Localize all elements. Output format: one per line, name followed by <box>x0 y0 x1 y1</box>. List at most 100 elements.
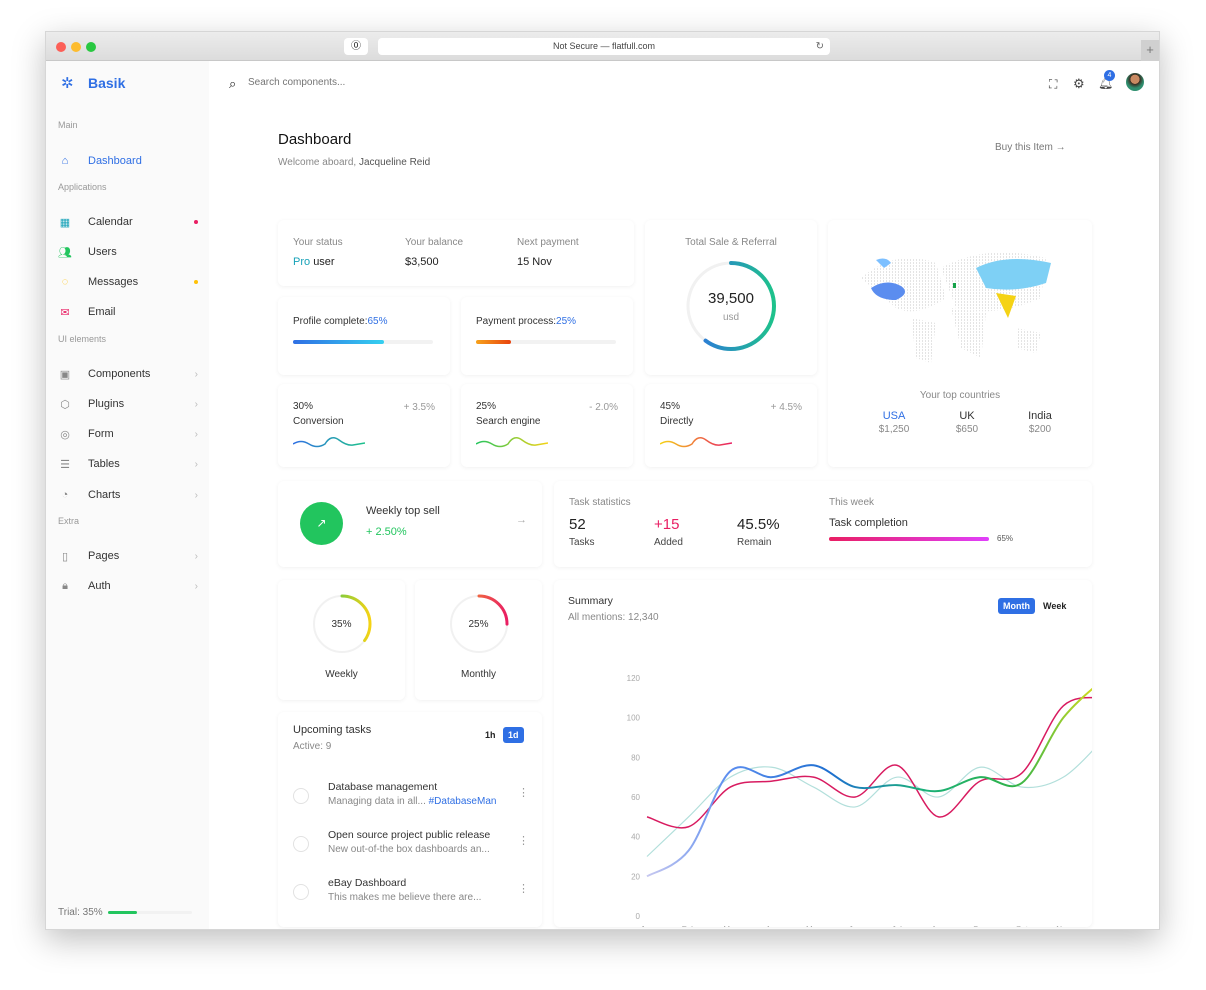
more-vertical-icon[interactable]: ⋮ <box>518 882 529 895</box>
weekly-change: + 2.50% <box>366 526 407 538</box>
countries-label: Your top countries <box>919 390 1001 401</box>
y-tick-label: 0 <box>636 912 641 921</box>
task-desc: This makes me believe there are... <box>328 892 482 903</box>
task-checkbox[interactable] <box>293 884 309 900</box>
sidebar-item-form[interactable]: ◎ Form › <box>58 424 198 444</box>
x-tick-label: Feb <box>682 925 696 927</box>
balance-value: $3,500 <box>405 256 439 268</box>
gear-icon[interactable]: ⚙ <box>1073 76 1085 92</box>
sidebar-item-users[interactable]: 👥︎ Users <box>58 242 198 262</box>
summary-line-chart: 0 20 40 60 80 100 120 Jan Feb Mar Apr May Jun Jul Aug S… <box>627 674 1092 927</box>
metric-sparkline <box>660 437 732 448</box>
task-item[interactable]: Open source project public release New o… <box>278 828 542 868</box>
file-icon: ▯ <box>61 550 69 563</box>
arrow-right-icon[interactable]: → <box>516 514 527 526</box>
task-statistics-label: Task statistics <box>569 497 631 508</box>
metric-percent: 30% <box>293 401 314 412</box>
sidebar-item-messages[interactable]: ◌ Messages <box>58 272 198 292</box>
series-magenta-line <box>646 696 1092 829</box>
total-sale-label: Total Sale & Referral <box>685 237 777 248</box>
balance-label: Your balance <box>405 237 464 248</box>
chevron-right-icon: › <box>194 489 198 501</box>
user-name: Jacqueline Reid <box>358 157 431 168</box>
task-completion-progress <box>829 537 989 541</box>
ring-value: 25% <box>468 619 489 630</box>
new-tab-button[interactable]: + <box>1141 40 1159 61</box>
country-value: $650 <box>955 424 979 435</box>
metric-percent: 25% <box>476 401 497 412</box>
x-tick-label: Oct <box>1016 925 1029 927</box>
tab-1h[interactable]: 1h <box>481 728 500 742</box>
country-uk[interactable]: UK $650 <box>947 410 987 435</box>
y-tick-label: 40 <box>631 833 640 842</box>
chevron-right-icon: › <box>194 458 198 470</box>
x-tick-label: Jun <box>849 925 862 927</box>
upcoming-tasks-card: Upcoming tasks Active: 9 1h 1d Database … <box>278 712 542 927</box>
buy-item-link[interactable]: Buy this Item → <box>995 142 1066 153</box>
payment-progress <box>476 340 616 344</box>
task-title: eBay Dashboard <box>328 877 407 889</box>
sidebar-item-auth[interactable]: 🔒︎ Auth › <box>58 576 198 596</box>
trial-label: Trial: 35% <box>58 907 103 918</box>
task-tag: #DatabaseMan <box>428 796 497 807</box>
sidebar-item-calendar[interactable]: ▦ Calendar <box>58 212 198 232</box>
task-checkbox[interactable] <box>293 836 309 852</box>
avatar[interactable] <box>1126 73 1144 91</box>
metric-sparkline <box>293 437 365 448</box>
maximize-window-button[interactable] <box>86 42 96 52</box>
sidebar-item-label: Tables <box>88 458 120 470</box>
close-window-button[interactable] <box>56 42 66 52</box>
y-tick-label: 80 <box>631 753 640 762</box>
sidebar-item-components[interactable]: ▣ Components › <box>58 364 198 384</box>
sidebar-item-label: Users <box>88 246 117 258</box>
next-payment-label: Next payment <box>517 237 579 248</box>
status-dot <box>194 280 198 284</box>
minimize-window-button[interactable] <box>71 42 81 52</box>
sidebar-item-email[interactable]: ✉ Email <box>58 302 198 322</box>
brand-name[interactable]: Basik <box>88 75 125 91</box>
next-payment-value: 15 Nov <box>517 256 552 268</box>
tab-1d[interactable]: 1d <box>503 727 524 743</box>
task-item[interactable]: eBay Dashboard This makes me believe the… <box>278 876 542 916</box>
world-map <box>861 252 1051 363</box>
more-vertical-icon[interactable]: ⋮ <box>518 834 529 847</box>
task-stat-label: Tasks <box>569 537 595 548</box>
x-tick-label: Aug <box>931 925 945 927</box>
lock-icon: 🔒︎ <box>62 579 68 592</box>
country-name: UK <box>959 410 975 422</box>
upcoming-active: Active: 9 <box>293 741 332 752</box>
browser-window: ⓪ Not Secure — flatfull.com ↻ + ✲ Basik M… <box>45 31 1160 930</box>
country-india[interactable]: India $200 <box>1020 410 1060 435</box>
weekly-top-sell-card[interactable]: ↗ Weekly top sell + 2.50% → <box>278 481 542 567</box>
task-item[interactable]: Database management Managing data in all… <box>278 780 542 820</box>
reload-icon[interactable]: ↻ <box>816 38 824 55</box>
sidebar-item-charts[interactable]: ◔ Charts › <box>58 485 198 505</box>
sidebar-item-pages[interactable]: ▯ Pages › <box>58 546 198 566</box>
users-icon: 👥︎ <box>58 246 72 259</box>
sidebar-item-plugins[interactable]: ⬡ Plugins › <box>58 394 198 414</box>
logo-icon: ✲ <box>61 75 74 92</box>
metric-card: 45% Directly + 4.5% <box>645 384 817 467</box>
metric-label: Conversion <box>293 416 344 427</box>
section-ui-elements: UI elements <box>58 334 107 344</box>
address-bar[interactable]: Not Secure — flatfull.com ↻ <box>378 38 830 55</box>
ring-label: Weekly <box>325 669 358 680</box>
more-vertical-icon[interactable]: ⋮ <box>518 786 529 799</box>
status-card: Your status Pro user Your balance $3,500… <box>278 220 634 286</box>
countries-card: Your top countries USA $1,250 UK $650 In… <box>828 220 1092 467</box>
search-input[interactable] <box>248 77 548 88</box>
sidebar-item-tables[interactable]: ☰ Tables › <box>58 454 198 474</box>
sidebar-item-label: Email <box>88 306 116 318</box>
fullscreen-icon[interactable]: ⛶ <box>1049 77 1057 92</box>
country-usa[interactable]: USA $1,250 <box>874 410 914 435</box>
sidebar-item-label: Messages <box>88 276 139 288</box>
task-checkbox[interactable] <box>293 788 309 804</box>
country-value: $200 <box>1028 424 1052 435</box>
task-stat: 45.5% Remain <box>737 516 780 548</box>
total-sale-value: 39,500 <box>708 290 754 307</box>
total-sale-unit: usd <box>722 312 740 323</box>
privacy-icon[interactable]: ⓪ <box>344 38 368 55</box>
x-tick-label: Apr <box>766 925 779 927</box>
url-text: Not Secure — flatfull.com <box>552 41 656 51</box>
sidebar-item-dashboard[interactable]: ⌂ Dashboard <box>58 151 198 171</box>
